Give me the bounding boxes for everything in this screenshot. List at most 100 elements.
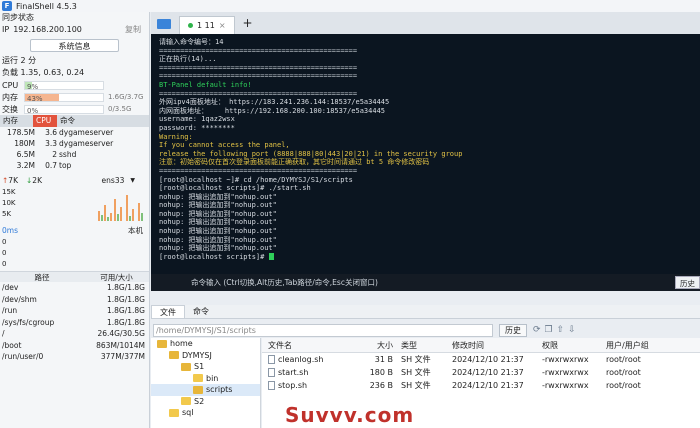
disk-path: /boot (2, 340, 22, 350)
app-logo-icon: F (2, 1, 12, 11)
col-mtime[interactable]: 修改时间 (452, 338, 542, 352)
disk-row: / 26.4G/30.5G (0, 328, 149, 340)
disk-path: /run (2, 306, 18, 315)
tree-node[interactable]: DYMYSJ (151, 350, 260, 362)
col-size[interactable]: 大小 (357, 338, 397, 352)
refresh-icon[interactable]: ⟳ (533, 325, 541, 335)
proc-tab-cmd[interactable]: 命令 (57, 115, 149, 127)
swap-detail: 0/3.5G (108, 105, 132, 113)
close-icon[interactable]: × (219, 21, 226, 30)
net-row: ↑ 7K ↓ 2K ens33 ▼ (0, 175, 149, 187)
tree-node-selected[interactable]: scripts (151, 384, 260, 396)
terminal-line: BT-Panel default info! (159, 80, 252, 89)
terminal-line: nohup: 把输出追加到"nohup.out" (159, 201, 277, 210)
swap-value: 0% (27, 106, 39, 115)
terminal-line: ========================================… (159, 63, 358, 72)
file-row[interactable]: cleanlog.sh 31 B SH 文件 2024/12/10 21:37 -rwx… (262, 353, 700, 366)
file-row[interactable]: stop.sh 236 B SH 文件 2024/12/10 21:37 -rwxrwx… (262, 379, 700, 392)
upload-icon[interactable]: ⇧ (557, 325, 565, 335)
ip-label: IP (2, 25, 10, 34)
disk-row: /run/user/0 377M/377M (0, 351, 149, 363)
copy-icon[interactable]: ❐ (545, 325, 553, 335)
iface-select[interactable]: ens33 (102, 175, 125, 187)
proc-cmd: top (59, 161, 72, 170)
col-name[interactable]: 文件名 (262, 338, 357, 352)
file-owner: root/root (606, 381, 641, 390)
disk-col-size: 可用/大小 (100, 273, 133, 282)
file-owner: root/root (606, 355, 641, 364)
disk-row: /dev 1.8G/1.8G (0, 282, 149, 294)
file-type: SH 文件 (401, 368, 431, 377)
path-input[interactable]: /home/DYMYSJ/S1/scripts (153, 323, 493, 337)
disk-size: 26.4G/30.5G (97, 329, 145, 338)
latency-tick: 0 (2, 249, 7, 257)
file-name: start.sh (262, 366, 357, 379)
mem-value: 43% (27, 94, 43, 103)
tree-node[interactable]: S1 (151, 361, 260, 373)
session-tab-label: 1 11 (197, 21, 215, 30)
terminal-line: nohup: 把输出追加到"nohup.out" (159, 209, 277, 218)
tree-node[interactable]: bin (151, 373, 260, 385)
file-name: cleanlog.sh (262, 353, 357, 366)
app-title: FinalShell 4.5.3 (16, 1, 77, 11)
proc-cpu: 3.6 (45, 128, 57, 137)
disk-row: /dev/shm 1.8G/1.8G (0, 294, 149, 306)
uptime: 运行 2 分 (2, 56, 37, 65)
path-bar: /home/DYMYSJ/S1/scripts 历史 ⟳ ❐ ⇧ ⇩ (151, 322, 700, 338)
tree-node-label: scripts (206, 385, 233, 394)
session-tab[interactable]: 1 11 × (179, 16, 235, 34)
process-row[interactable]: 180M 3.3 dygameserver (0, 138, 149, 149)
tree-node[interactable]: S2 (151, 396, 260, 408)
process-row[interactable]: 6.5M 2 sshd (0, 149, 149, 160)
process-row[interactable]: 178.5M 3.6 dygameserver (0, 127, 149, 138)
tree-node[interactable]: sql (151, 407, 260, 419)
disk-size: 1.8G/1.8G (106, 294, 145, 304)
col-perm[interactable]: 权限 (542, 338, 602, 352)
cursor-icon (268, 253, 274, 261)
col-owner[interactable]: 用户/用户组 (602, 338, 672, 352)
folder-icon[interactable] (157, 19, 171, 29)
new-tab-button[interactable]: + (243, 16, 253, 30)
terminal-line: Warning: (159, 132, 193, 141)
terminal-line: 注意：初始密码仅在首次登录面板前能正确获取，其它时间请通过 bt 5 命令修改密… (159, 158, 430, 167)
folder-open-icon (169, 351, 179, 360)
disk-size: 377M/377M (100, 352, 145, 361)
proc-cmd: dygameserver (59, 128, 114, 137)
disk-list: /dev 1.8G/1.8G/dev/shm 1.8G/1.8G/run 1.8G/1… (0, 282, 149, 363)
terminal-line: nohup: 把输出追加到"nohup.out" (159, 192, 277, 201)
copy-link[interactable]: 复制 (125, 24, 141, 36)
tree-node-label: S1 (194, 362, 205, 371)
command-history-button[interactable]: 历史 (675, 276, 700, 289)
swap-meter: 交换 0% 0/3.5G (0, 103, 149, 115)
cpu-value: 9% (27, 82, 39, 91)
file-perm: -rwxrwxrwx (542, 368, 589, 377)
file-owner: root/root (606, 368, 641, 377)
cpu-meter: CPU 9% (0, 79, 149, 91)
net-graph: 15K 10K 5K (0, 187, 149, 221)
terminal-line: ========================================… (159, 89, 358, 98)
tab-files[interactable]: 文件 (151, 305, 185, 318)
path-history-button[interactable]: 历史 (499, 323, 527, 337)
file-perm: -rwxrwxrwx (542, 381, 589, 390)
terminal-line: ========================================… (159, 46, 358, 55)
sysinfo-button[interactable]: 系统信息 (30, 39, 119, 52)
watermark: Suvvv.com (285, 403, 415, 427)
proc-tab-mem[interactable]: 内存 (0, 115, 33, 127)
net-tick: 15K (2, 188, 16, 196)
download-icon[interactable]: ⇩ (568, 325, 576, 335)
process-list: 178.5M 3.6 dygameserver 180M 3.3 dygameserver… (0, 127, 149, 171)
terminal[interactable]: 请输入命令编号：14 ==============================… (151, 34, 700, 274)
file-toolbar: ⟳ ❐ ⇧ ⇩ (533, 325, 576, 335)
proc-tab-cpu[interactable]: CPU (33, 115, 57, 127)
terminal-line: nohup: 把输出追加到"nohup.out" (159, 235, 277, 244)
process-row[interactable]: 3.2M 0.7 top (0, 160, 149, 171)
folder-open-icon (181, 362, 191, 371)
file-type: SH 文件 (401, 355, 431, 364)
folder-icon (193, 374, 203, 383)
file-row[interactable]: start.sh 180 B SH 文件 2024/12/10 21:37 -rwxrw… (262, 366, 700, 379)
tree-node[interactable]: home (151, 338, 260, 350)
latency-host[interactable]: 本机 (128, 225, 143, 237)
tab-commands[interactable]: 命令 (185, 305, 217, 318)
col-type[interactable]: 类型 (397, 338, 452, 352)
command-input-bar[interactable]: 命令输入 (Ctrl切换,Alt历史,Tab路径/命令,Esc关闭窗口) 历史 (151, 274, 700, 291)
